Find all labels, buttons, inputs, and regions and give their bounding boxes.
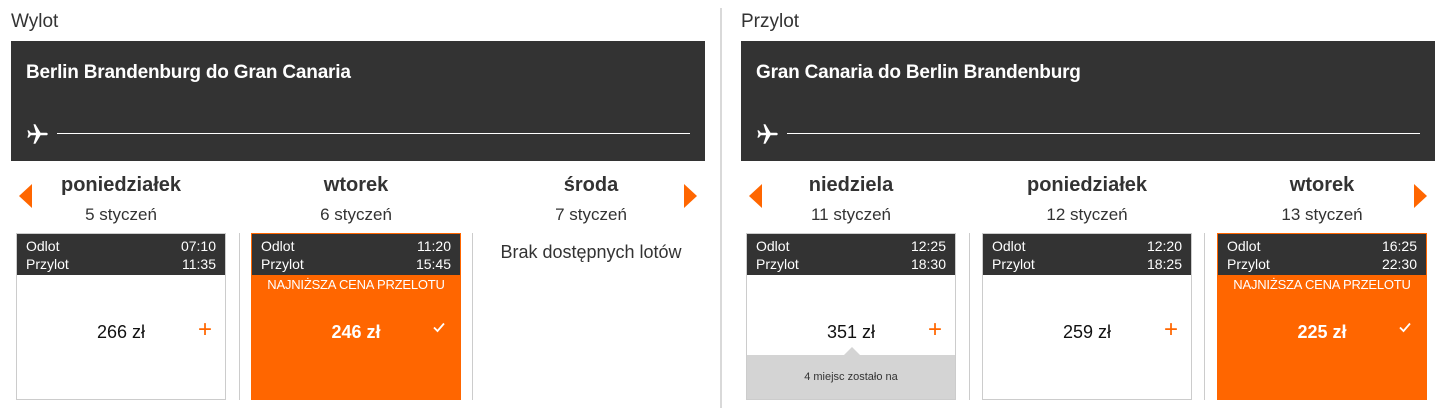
day-date: 6 styczeń [320,205,392,224]
depart-label: Odlot [261,238,295,254]
plus-icon[interactable]: + [1164,318,1178,342]
plus-icon[interactable]: + [198,318,212,342]
route-banner-outbound: Berlin Brandenburg do Gran Canaria [11,41,705,161]
flight-price: 266 zł [96,322,146,342]
plane-icon [757,124,778,144]
depart-label: Odlot [1227,238,1261,254]
lowest-price-badge: NAJNIŻSZA CENA PRZELOTU [267,277,445,292]
day-column: środa 7 styczeń Brak dostępnych lotów [486,170,696,262]
flight-times: Odlot 12:25 Przylot 18:30 [747,234,955,275]
day-name: niedziela [808,174,894,196]
day-column: wtorek 13 styczeń Odlot 16:25 Przylot 22:3… [1217,170,1427,400]
route-name: Gran Canaria do Berlin Brandenburg [756,62,1081,83]
day-column: poniedziałek 5 styczeń Odlot 07:10 Przylo… [16,170,226,400]
lowest-price-badge: NAJNIŻSZA CENA PRZELOTU [1233,277,1411,292]
day-name: poniedziałek [60,174,182,196]
day-date: 11 styczeń [810,205,891,224]
flight-times: Odlot 12:20 Przylot 18:25 [983,234,1191,275]
flight-card-selected[interactable]: Odlot 11:20 Przylot 15:45 NAJNIŻSZA CENA P… [251,233,461,400]
day-date: 12 styczeń [1046,205,1128,224]
day-name: wtorek [1289,174,1355,196]
arrive-label: Przylot [26,256,69,272]
arrive-time: 15:45 [415,256,451,272]
arrive-label: Przylot [992,256,1035,272]
check-icon [1399,322,1411,333]
depart-label: Odlot [756,238,790,254]
flight-times: Odlot 16:25 Przylot 22:30 [1218,234,1426,275]
flight-price: 351 zł [826,322,876,342]
day-name: wtorek [323,174,389,196]
flight-price: 225 zł [1297,322,1347,342]
day-date: 5 styczeń [85,205,157,224]
arrive-time: 18:25 [1146,256,1182,272]
day-column: poniedziałek 12 styczeń Odlot 12:20 Przyl… [982,170,1192,400]
flight-times: Odlot 07:10 Przylot 11:35 [17,234,225,275]
flight-price: 246 zł [331,322,381,342]
plane-icon [27,124,48,144]
depart-label: Odlot [26,238,60,254]
column-divider [472,233,473,400]
arrive-time: 18:30 [910,256,946,272]
arrive-time: 22:30 [1381,256,1417,272]
arrive-label: Przylot [1227,256,1270,272]
day-name: środa [563,174,619,196]
arrive-time: 11:35 [182,256,216,272]
flight-card[interactable]: Odlot 12:20 Przylot 18:25 259 zł + [982,233,1192,400]
panel-divider [720,8,722,408]
plus-icon[interactable]: + [928,318,942,342]
day-name: poniedziałek [1026,174,1148,196]
flight-card-selected[interactable]: Odlot 16:25 Przylot 22:30 NAJNIŻSZA CENA P… [1217,233,1427,400]
check-icon [433,322,445,333]
arrive-label: Przylot [756,256,799,272]
depart-time: 07:10 [180,238,216,254]
depart-time: 16:25 [1381,238,1417,254]
depart-time: 12:25 [910,238,946,254]
day-date: 13 styczeń [1281,205,1363,224]
flight-card[interactable]: Odlot 07:10 Przylot 11:35 266 zł + [16,233,226,400]
column-divider [239,233,240,400]
depart-time: 11:20 [417,238,451,254]
section-title-inbound: Przylot [741,11,800,32]
no-flights-message: Brak dostępnych lotów [500,242,682,262]
arrive-label: Przylot [261,256,304,272]
outbound-panel: Wylot Berlin Brandenburg do Gran Canaria… [11,0,705,418]
depart-time: 12:20 [1146,238,1182,254]
day-column: wtorek 6 styczeń Odlot 11:20 Przylot 15:45… [251,170,461,400]
flight-price: 259 zł [1062,322,1112,342]
flight-times: Odlot 11:20 Przylot 15:45 [252,234,460,275]
section-title-outbound: Wylot [11,11,59,32]
inbound-panel: Przylot Gran Canaria do Berlin Brandenbu… [741,0,1435,418]
day-column: niedziela 11 styczeń Odlot 12:25 Przylot 1… [746,170,956,400]
column-divider [969,233,970,400]
flight-card[interactable]: Odlot 12:25 Przylot 18:30 351 zł + 4 miejs… [746,233,956,400]
day-date: 7 styczeń [555,205,627,224]
route-line [787,133,1420,134]
route-banner-inbound: Gran Canaria do Berlin Brandenburg [741,41,1435,161]
column-divider [1204,233,1205,400]
seats-remaining-note: 4 miejsc zostało na [747,347,955,399]
route-name: Berlin Brandenburg do Gran Canaria [26,62,351,83]
route-line [57,133,690,134]
depart-label: Odlot [992,238,1026,254]
